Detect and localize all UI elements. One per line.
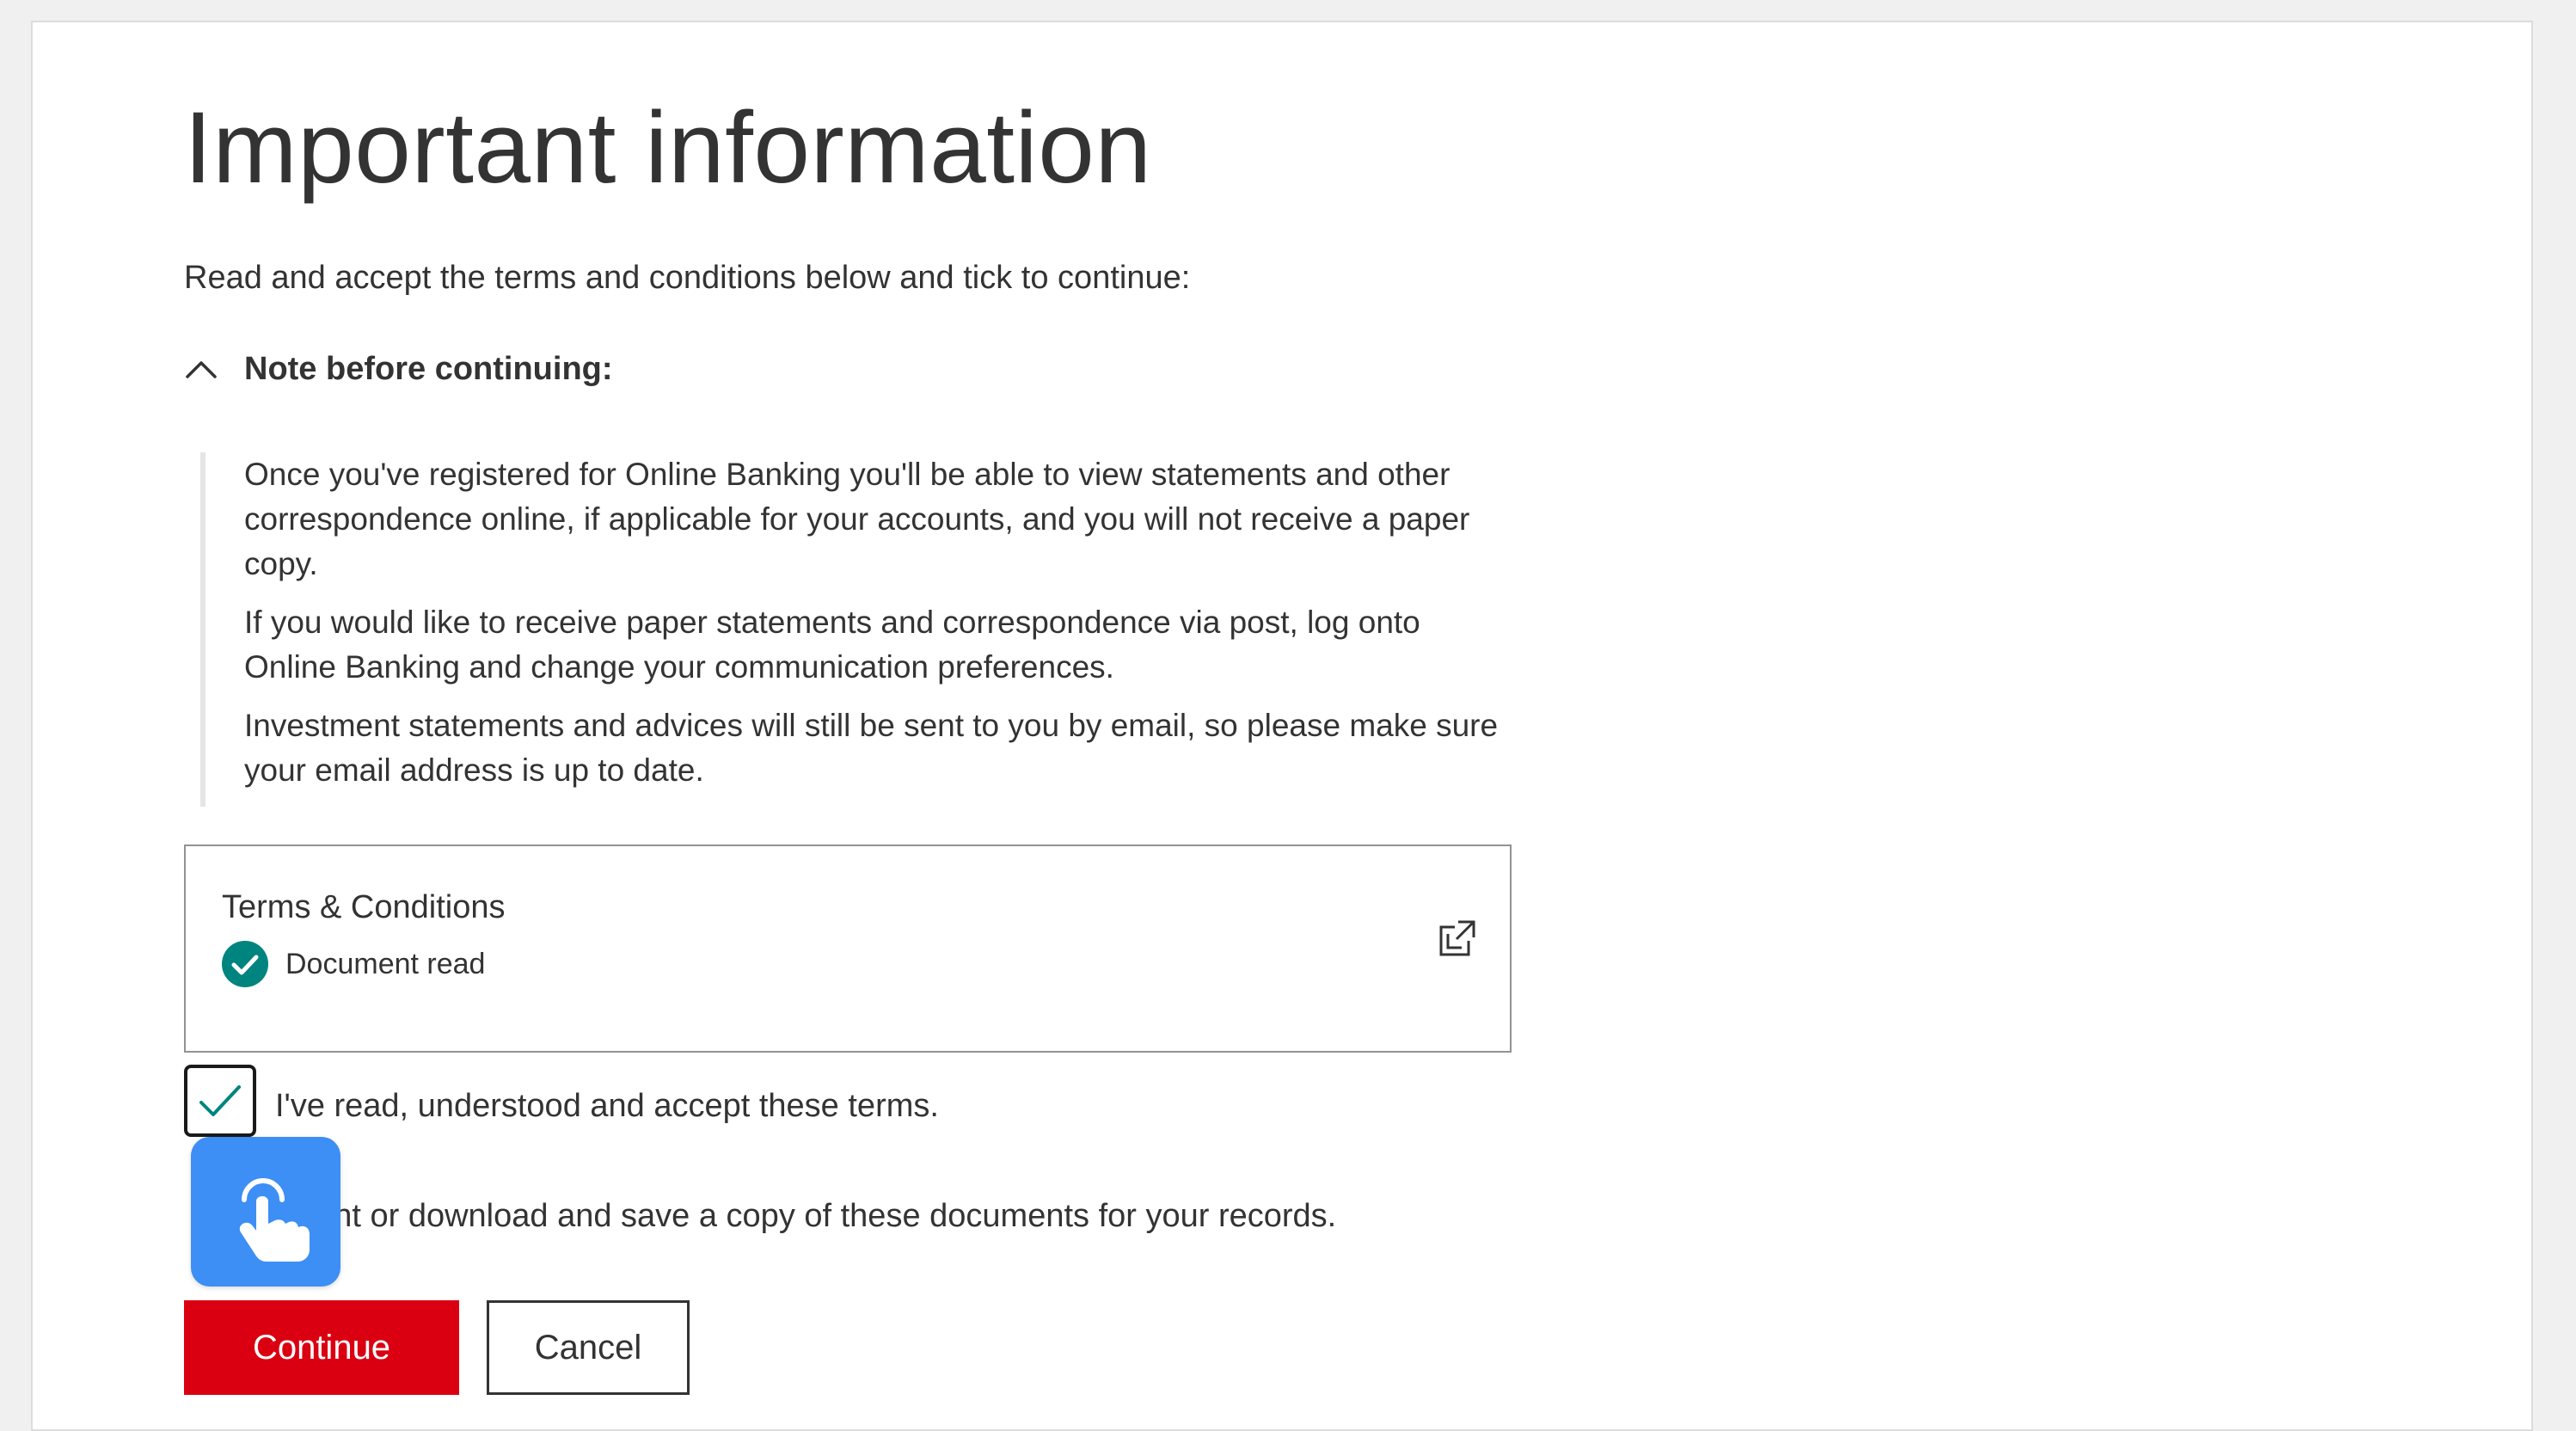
checkmark-icon xyxy=(199,1085,241,1116)
continue-button[interactable]: Continue xyxy=(184,1300,459,1395)
intro-text: Read and accept the terms and conditions… xyxy=(184,260,1191,296)
document-status: Document read xyxy=(222,941,485,987)
note-paragraph: If you would like to receive paper state… xyxy=(244,605,1420,685)
document-status-label: Document read xyxy=(285,947,486,980)
tap-gesture-overlay xyxy=(191,1137,340,1287)
accept-terms-label: I've read, understood and accept these t… xyxy=(275,1087,939,1124)
terms-title: Terms & Conditions xyxy=(222,889,506,925)
external-link-icon[interactable] xyxy=(1436,917,1479,960)
chevron-up-icon xyxy=(186,360,217,378)
terms-document-box[interactable]: Terms & Conditions Document read xyxy=(184,844,1512,1053)
tap-hand-icon xyxy=(239,1178,310,1262)
note-paragraph: Once you've registered for Online Bankin… xyxy=(244,457,1470,581)
note-title: Note before continuing: xyxy=(244,351,613,387)
page-title: Important information xyxy=(184,91,1152,205)
check-circle-icon xyxy=(222,941,268,987)
note-paragraph: Investment statements and advices will s… xyxy=(244,708,1499,788)
cancel-button[interactable]: Cancel xyxy=(487,1300,690,1395)
main-card: Important information Read and accept th… xyxy=(31,21,2533,1431)
accept-terms-row: I've read, understood and accept these t… xyxy=(184,1065,939,1137)
note-toggle[interactable]: Note before continuing: xyxy=(184,351,613,388)
accept-terms-checkbox[interactable] xyxy=(184,1065,256,1137)
note-body: Once you've registered for Online Bankin… xyxy=(200,452,1507,807)
print-note: print or download and save a copy of the… xyxy=(297,1198,1337,1234)
